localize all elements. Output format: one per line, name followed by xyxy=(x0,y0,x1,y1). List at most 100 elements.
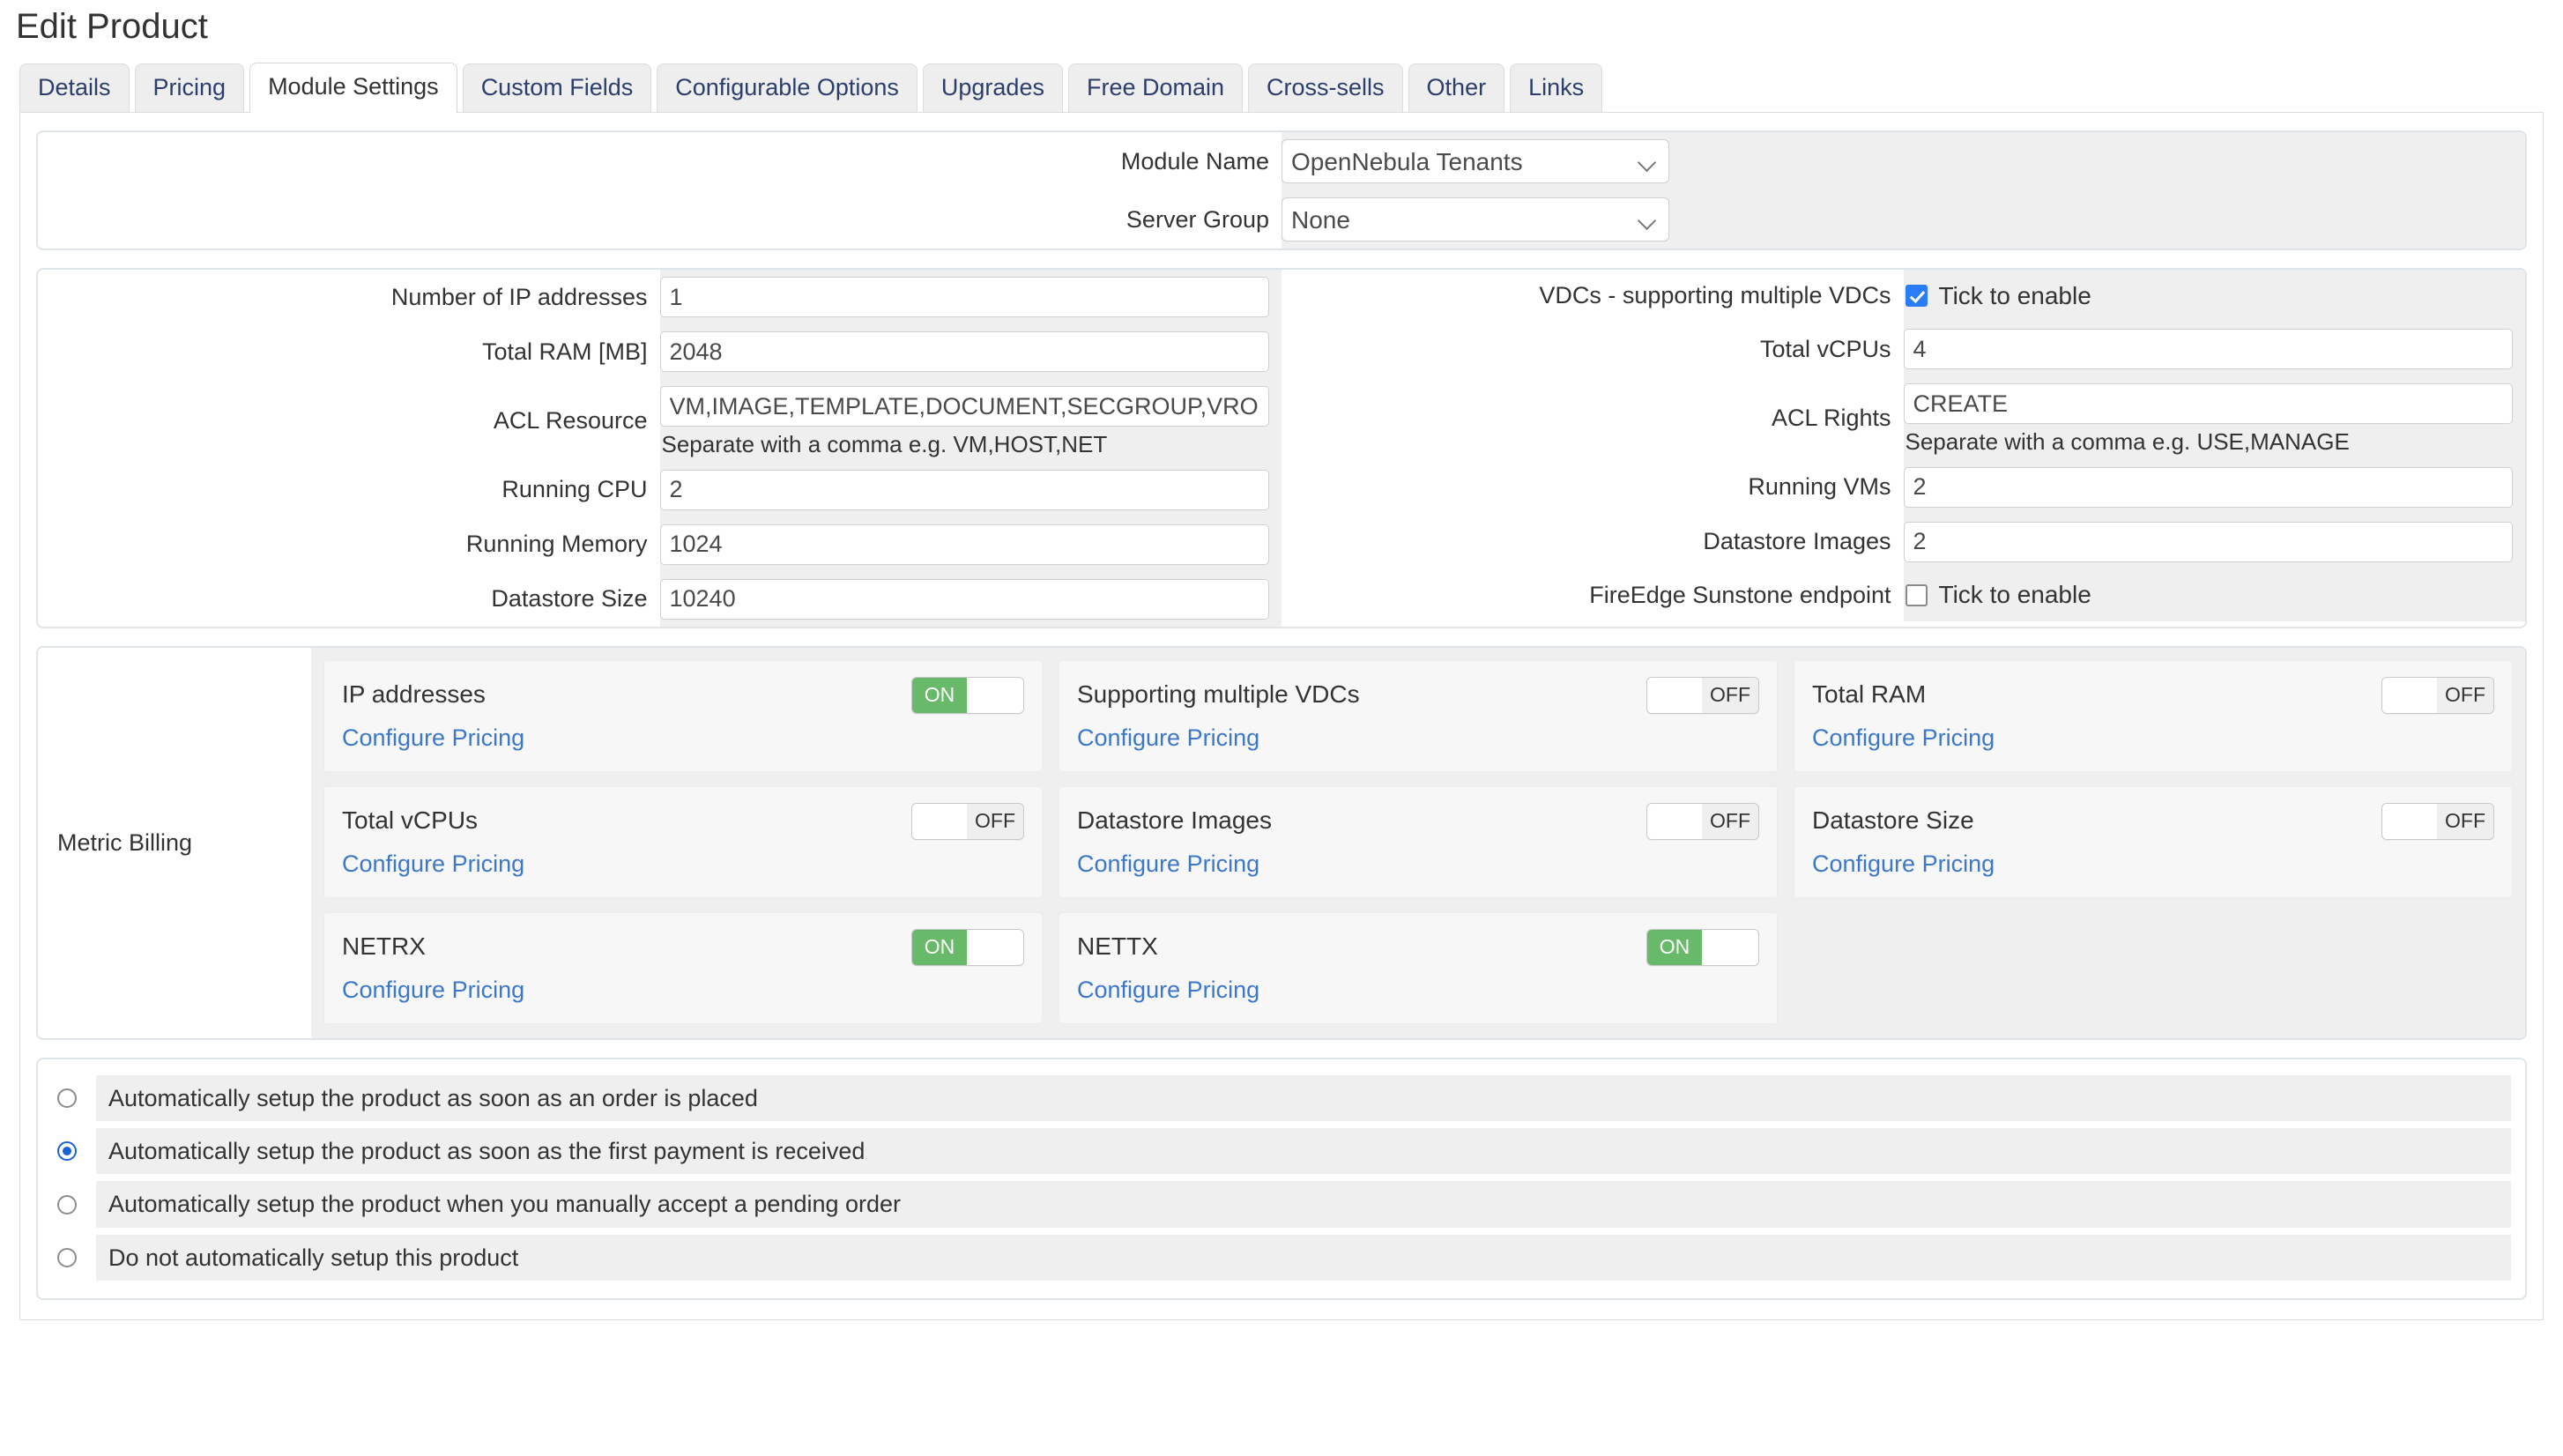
toggle-off-label: OFF xyxy=(967,804,1023,839)
field-row-total-vcpus: Total vCPUs xyxy=(1282,322,2525,376)
tab-other[interactable]: Other xyxy=(1408,63,1505,112)
server-group-select-wrapper[interactable]: None xyxy=(1282,197,1669,241)
field-row-fireedge-sunstone-endpoint: FireEdge Sunstone endpointTick to enable xyxy=(1282,569,2525,621)
configure-pricing-link-netrx[interactable]: Configure Pricing xyxy=(342,977,524,1004)
radio-label-auto-setup-0[interactable]: Automatically setup the product as soon … xyxy=(96,1075,2511,1121)
server-group-row: Server Group None xyxy=(38,190,2525,249)
metric-name-datastore-images: Datastore Images xyxy=(1077,807,1272,835)
input-running-cpu[interactable] xyxy=(660,470,1269,510)
radio-hit-area[interactable] xyxy=(52,1248,82,1267)
module-name-row: Module Name OpenNebula Tenants xyxy=(38,132,2525,190)
tab-configurable-options[interactable]: Configurable Options xyxy=(657,63,917,112)
auto-setup-option-row[interactable]: Automatically setup the product when you… xyxy=(52,1177,2511,1230)
configure-pricing-link-supporting-multiple-vdcs[interactable]: Configure Pricing xyxy=(1077,724,1259,752)
configure-pricing-link-datastore-size[interactable]: Configure Pricing xyxy=(1812,851,1995,878)
configure-pricing-link-ip-addresses[interactable]: Configure Pricing xyxy=(342,724,524,752)
configure-pricing-link-total-ram[interactable]: Configure Pricing xyxy=(1812,724,1995,752)
configure-pricing-link-total-vcpus[interactable]: Configure Pricing xyxy=(342,851,524,878)
toggle-knob xyxy=(912,804,967,839)
field-control-running-memory xyxy=(660,517,1282,572)
input-number-of-ip-addresses[interactable] xyxy=(660,277,1269,317)
radio-label-auto-setup-1[interactable]: Automatically setup the product as soon … xyxy=(96,1128,2511,1174)
checkbox-fireedge-sunstone-endpoint[interactable] xyxy=(1906,584,1928,606)
toggle-off-label: OFF xyxy=(1702,678,1758,713)
radio-auto-setup-3[interactable] xyxy=(57,1248,77,1267)
tab-free-domain[interactable]: Free Domain xyxy=(1068,63,1243,112)
metric-toggle-datastore-images[interactable]: OFF xyxy=(1646,803,1759,840)
input-acl-rights[interactable] xyxy=(1904,383,2513,424)
page-title: Edit Product xyxy=(0,0,2563,46)
radio-auto-setup-0[interactable] xyxy=(57,1088,77,1108)
metric-toggle-total-vcpus[interactable]: OFF xyxy=(911,803,1024,840)
metric-name-netrx: NETRX xyxy=(342,933,426,961)
auto-setup-option-row[interactable]: Do not automatically setup this product xyxy=(52,1231,2511,1284)
input-datastore-size[interactable] xyxy=(660,579,1269,620)
tab-content-panel: Module Name OpenNebula Tenants Server Gr… xyxy=(19,112,2544,1320)
field-row-running-cpu: Running CPU xyxy=(38,463,1282,517)
metric-card-ip-addresses: IP addresses ON Configure Pricing xyxy=(323,660,1043,772)
module-name-label: Module Name xyxy=(38,132,1282,190)
radio-auto-setup-1[interactable] xyxy=(57,1141,77,1161)
field-control-acl-resource: Separate with a comma e.g. VM,HOST,NET xyxy=(660,379,1282,463)
toggle-on-label: ON xyxy=(1647,930,1702,965)
metric-card-total-ram: Total RAMOFFConfigure Pricing xyxy=(1794,660,2513,772)
metric-name-datastore-size: Datastore Size xyxy=(1812,807,1974,835)
tab-pricing[interactable]: Pricing xyxy=(135,63,245,112)
tab-links[interactable]: Links xyxy=(1510,63,1602,112)
field-control-total-vcpus xyxy=(1904,322,2526,376)
tab-upgrades[interactable]: Upgrades xyxy=(923,63,1063,112)
metric-toggle-netrx[interactable]: ON xyxy=(911,929,1024,966)
auto-setup-options: Automatically setup the product as soon … xyxy=(38,1059,2525,1299)
field-label-number-of-ip-addresses: Number of IP addresses xyxy=(38,270,660,324)
input-running-vms[interactable] xyxy=(1904,467,2513,508)
field-row-datastore-images: Datastore Images xyxy=(1282,515,2525,569)
configure-pricing-link-datastore-images[interactable]: Configure Pricing xyxy=(1077,851,1259,878)
settings-left-column: Number of IP addressesTotal RAM [MB]ACL … xyxy=(38,270,1282,627)
helper-text-acl-rights: Separate with a comma e.g. USE,MANAGE xyxy=(1904,424,2526,457)
field-label-acl-rights: ACL Rights xyxy=(1282,376,1904,460)
radio-auto-setup-2[interactable] xyxy=(57,1195,77,1215)
metric-toggle-supporting-multiple-vdcs[interactable]: OFF xyxy=(1646,677,1759,714)
toggle-off-label: OFF xyxy=(2437,804,2493,839)
auto-setup-option-row[interactable]: Automatically setup the product as soon … xyxy=(52,1125,2511,1177)
field-label-running-cpu: Running CPU xyxy=(38,463,660,517)
checkbox-vdcs-supporting-multiple-vdcs[interactable] xyxy=(1906,285,1928,307)
server-group-control: None xyxy=(1282,190,2525,249)
input-total-ram-mb[interactable] xyxy=(660,331,1269,372)
radio-label-auto-setup-2[interactable]: Automatically setup the product when you… xyxy=(96,1181,2511,1227)
radio-label-auto-setup-3[interactable]: Do not automatically setup this product xyxy=(96,1235,2511,1281)
tab-cross-sells[interactable]: Cross-sells xyxy=(1248,63,1403,112)
field-label-vdcs-supporting-multiple-vdcs: VDCs - supporting multiple VDCs xyxy=(1282,270,1904,322)
module-name-select[interactable]: OpenNebula Tenants xyxy=(1282,139,1669,183)
metric-card-placeholder xyxy=(1794,912,2513,1024)
metric-card-datastore-size: Datastore Size OFF Configure Pricing xyxy=(1794,786,2513,898)
toggle-off-label: OFF xyxy=(2437,678,2493,713)
tab-custom-fields[interactable]: Custom Fields xyxy=(463,63,652,112)
field-control-number-of-ip-addresses xyxy=(660,270,1282,324)
toggle-on-label: ON xyxy=(912,678,967,713)
radio-hit-area[interactable] xyxy=(52,1088,82,1108)
input-running-memory[interactable] xyxy=(660,524,1269,565)
radio-hit-area[interactable] xyxy=(52,1195,82,1215)
input-datastore-images[interactable] xyxy=(1904,522,2513,562)
configure-pricing-link-nettx[interactable]: Configure Pricing xyxy=(1077,977,1259,1004)
radio-hit-area[interactable] xyxy=(52,1141,82,1161)
module-name-select-wrapper[interactable]: OpenNebula Tenants xyxy=(1282,139,1669,183)
metric-toggle-nettx[interactable]: ON xyxy=(1646,929,1759,966)
metric-toggle-ip-addresses[interactable]: ON xyxy=(911,677,1024,714)
tab-details[interactable]: Details xyxy=(19,63,130,112)
metric-toggle-total-ram[interactable]: OFF xyxy=(2381,677,2494,714)
metric-toggle-datastore-size[interactable]: OFF xyxy=(2381,803,2494,840)
server-group-select[interactable]: None xyxy=(1282,197,1669,241)
metric-name-ip-addresses: IP addresses xyxy=(342,681,486,709)
auto-setup-option-row[interactable]: Automatically setup the product as soon … xyxy=(52,1072,2511,1125)
tab-module-settings[interactable]: Module Settings xyxy=(249,63,457,113)
metric-card-header: Datastore Size OFF xyxy=(1812,803,2494,840)
helper-text-acl-resource: Separate with a comma e.g. VM,HOST,NET xyxy=(660,427,1282,459)
field-label-running-vms: Running VMs xyxy=(1282,460,1904,515)
input-acl-resource[interactable] xyxy=(660,386,1269,427)
auto-setup-panel: Automatically setup the product as soon … xyxy=(36,1058,2527,1301)
input-total-vcpus[interactable] xyxy=(1904,329,2513,369)
server-group-label: Server Group xyxy=(38,190,1282,249)
edit-product-page: Edit Product DetailsPricingModule Settin… xyxy=(0,0,2563,1320)
